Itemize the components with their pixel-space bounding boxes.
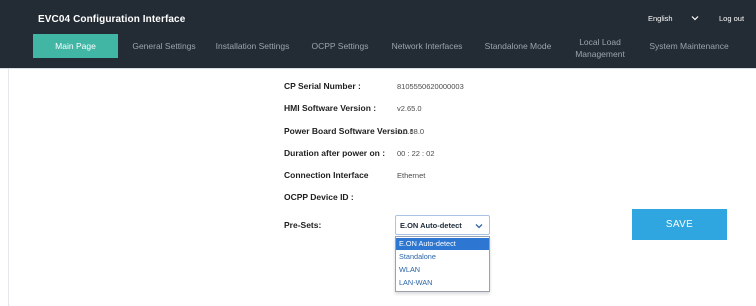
ocpp-device-id-label: OCPP Device ID : <box>284 192 354 202</box>
cp-serial-value: 8105550620000003 <box>397 82 464 91</box>
header-divider <box>0 68 756 69</box>
tab-label: General Settings <box>132 41 196 51</box>
presets-label: Pre-Sets: <box>284 220 322 230</box>
connection-interface-label: Connection Interface <box>284 170 369 180</box>
presets-option-lan-wan[interactable]: LAN-WAN <box>396 277 489 289</box>
cp-serial-label: CP Serial Number : <box>284 81 361 91</box>
tab-label: OCPP Settings <box>311 41 369 51</box>
tab-label-line2: Management <box>575 49 625 59</box>
presets-option-eon-auto-detect[interactable]: E.ON Auto-detect <box>396 238 489 250</box>
tab-network-interfaces[interactable]: Network Interfaces <box>384 34 470 58</box>
tab-label: Installation Settings <box>215 41 290 51</box>
content-border <box>8 69 9 306</box>
hmi-version-label: HMI Software Version : <box>284 103 377 113</box>
tab-installation-settings[interactable]: Installation Settings <box>210 34 295 58</box>
presets-option-standalone[interactable]: Standalone <box>396 251 489 263</box>
tab-local-load-management[interactable]: Local Load Management <box>568 34 632 59</box>
chevron-down-icon[interactable] <box>690 13 700 23</box>
power-board-version-label: Power Board Software Version : <box>284 126 413 136</box>
tab-system-maintenance[interactable]: System Maintenance <box>642 34 736 58</box>
logout-link[interactable]: Log out <box>719 14 744 23</box>
presets-select[interactable]: E.ON Auto-detect <box>395 215 490 235</box>
app-title: EVC04 Configuration Interface <box>38 14 186 25</box>
tab-main-page[interactable]: Main Page <box>33 34 118 58</box>
duration-label: Duration after power on : <box>284 148 386 158</box>
power-board-version-value: 1.0.88.0 <box>397 127 425 136</box>
hmi-version-value: v2.65.0 <box>397 104 422 113</box>
tab-label: Main Page <box>55 41 96 51</box>
tab-label: Network Interfaces <box>391 41 463 51</box>
presets-dropdown: E.ON Auto-detect Standalone WLAN LAN-WAN <box>395 236 490 292</box>
top-bar: EVC04 Configuration Interface English Lo… <box>0 0 756 68</box>
duration-value: 00 : 22 : 02 <box>397 149 435 158</box>
connection-interface-value: Ethernet <box>397 171 426 180</box>
chevron-down-icon <box>475 224 483 229</box>
tab-label: Local Load <box>579 37 621 47</box>
presets-option-wlan[interactable]: WLAN <box>396 264 489 276</box>
language-selector[interactable]: English <box>648 14 673 23</box>
tab-ocpp-settings[interactable]: OCPP Settings <box>300 34 380 58</box>
tab-standalone-mode[interactable]: Standalone Mode <box>475 34 561 58</box>
tab-label: System Maintenance <box>649 41 729 51</box>
tab-label: Standalone Mode <box>484 41 552 51</box>
save-button[interactable]: SAVE <box>632 209 727 240</box>
presets-selected-value: E.ON Auto-detect <box>400 221 462 230</box>
tab-general-settings[interactable]: General Settings <box>123 34 205 58</box>
